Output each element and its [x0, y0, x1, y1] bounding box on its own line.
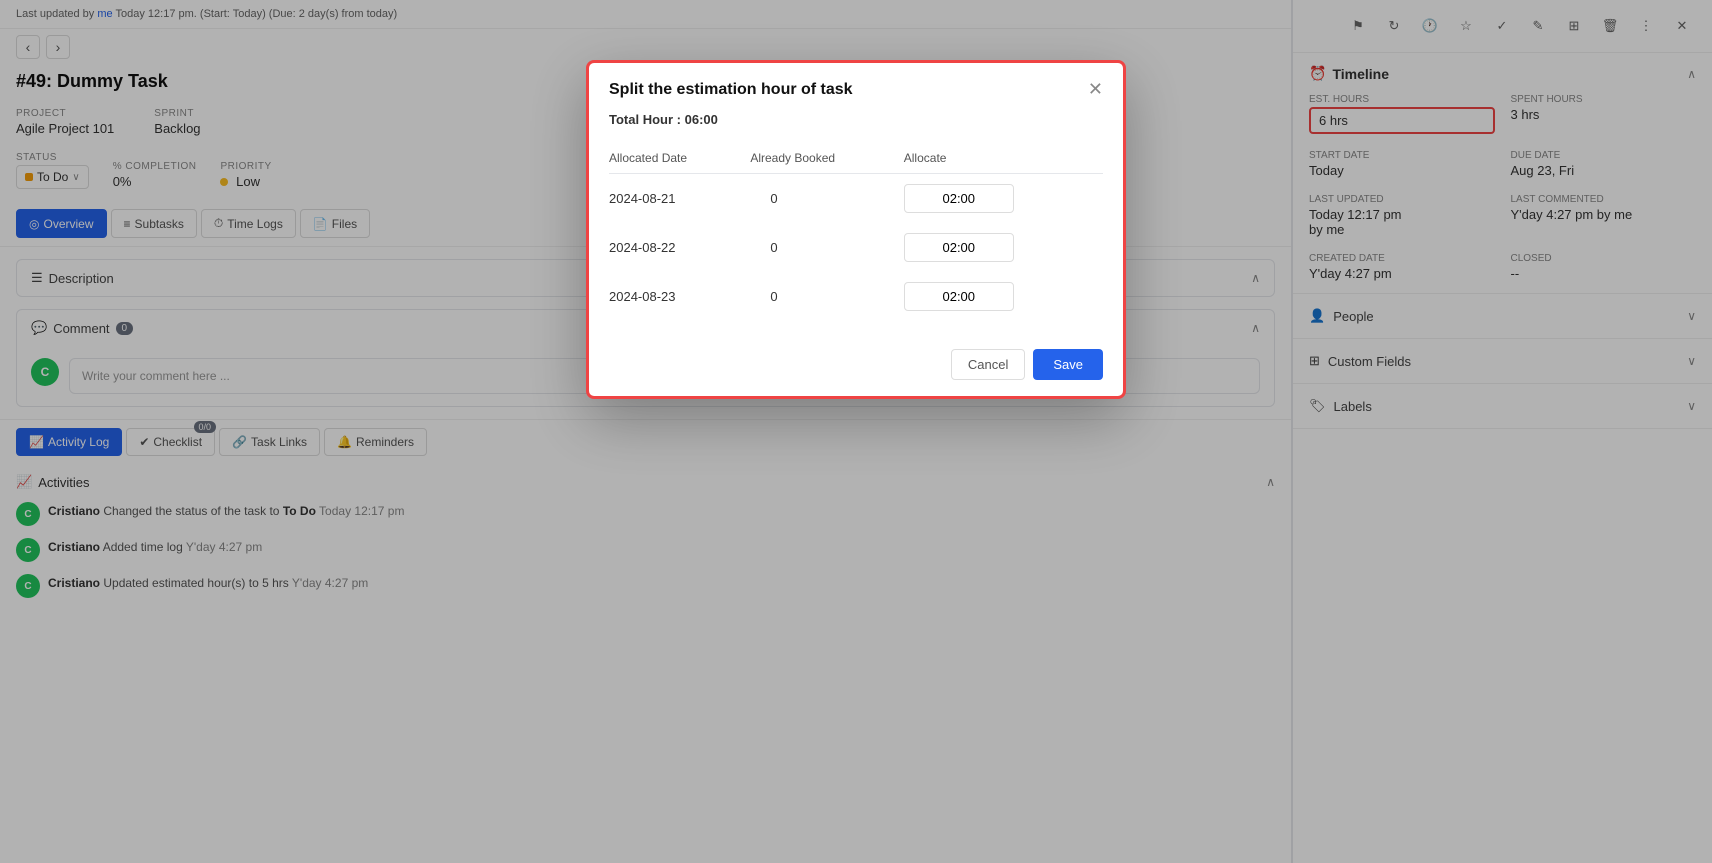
allocate-input-1[interactable]	[904, 184, 1014, 213]
date-cell-2: 2024-08-22	[609, 223, 750, 272]
col-booked-header: Already Booked	[750, 143, 903, 174]
split-estimation-dialog: Split the estimation hour of task ✕ Tota…	[586, 60, 1126, 399]
col-date-header: Allocated Date	[609, 143, 750, 174]
booked-cell-1: 0	[750, 174, 903, 224]
booked-cell-2: 0	[750, 223, 903, 272]
col-allocate-header: Allocate	[904, 143, 1103, 174]
table-row: 2024-08-22 0	[609, 223, 1103, 272]
allocate-cell-2	[904, 223, 1103, 272]
dialog-header: Split the estimation hour of task ✕	[589, 63, 1123, 112]
allocate-input-3[interactable]	[904, 282, 1014, 311]
dialog-title: Split the estimation hour of task	[609, 81, 853, 99]
total-hour-row: Total Hour : 06:00	[609, 112, 1103, 127]
total-hour-value: 06:00	[685, 112, 718, 127]
allocate-input-2[interactable]	[904, 233, 1014, 262]
dialog-footer: Cancel Save	[589, 337, 1123, 396]
table-row: 2024-08-21 0	[609, 174, 1103, 224]
dialog-overlay: Split the estimation hour of task ✕ Tota…	[0, 0, 1712, 863]
date-cell-1: 2024-08-21	[609, 174, 750, 224]
date-cell-3: 2024-08-23	[609, 272, 750, 321]
save-button[interactable]: Save	[1033, 349, 1103, 380]
dialog-close-button[interactable]: ✕	[1088, 79, 1103, 100]
allocate-cell-1	[904, 174, 1103, 224]
booked-cell-3: 0	[750, 272, 903, 321]
allocate-cell-3	[904, 272, 1103, 321]
allocation-table: Allocated Date Already Booked Allocate 2…	[609, 143, 1103, 321]
table-row: 2024-08-23 0	[609, 272, 1103, 321]
cancel-button[interactable]: Cancel	[951, 349, 1025, 380]
dialog-body: Total Hour : 06:00 Allocated Date Alread…	[589, 112, 1123, 337]
